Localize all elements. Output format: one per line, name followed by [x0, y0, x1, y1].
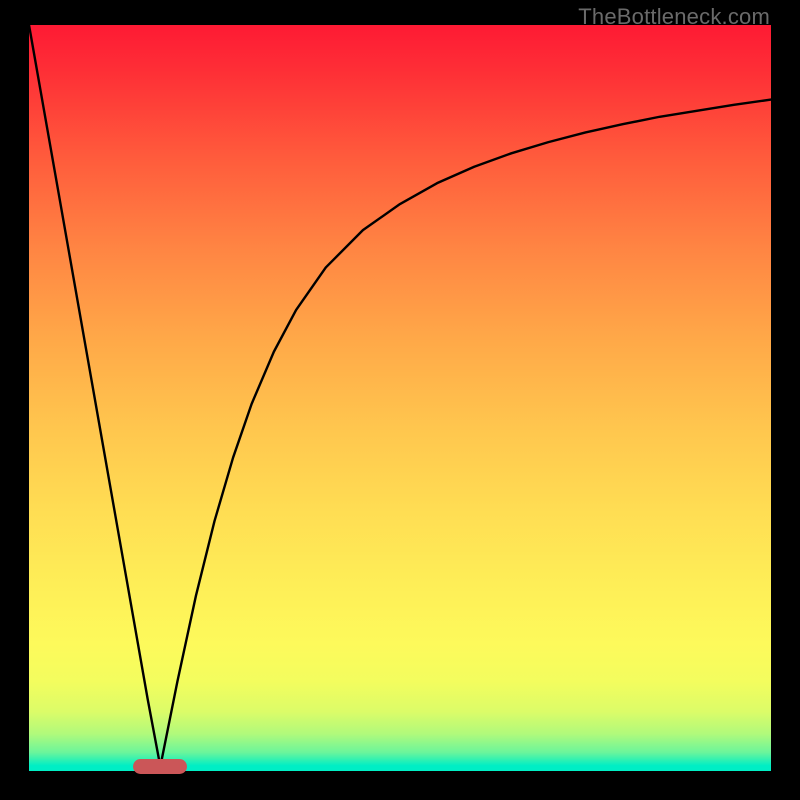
- chart-frame: TheBottleneck.com: [0, 0, 800, 800]
- watermark-text: TheBottleneck.com: [578, 4, 770, 30]
- curve-layer: [29, 25, 771, 771]
- curve-right-rise: [160, 100, 771, 767]
- bottleneck-marker: [133, 759, 187, 774]
- curve-left-descent: [29, 25, 160, 767]
- plot-area: [29, 25, 771, 771]
